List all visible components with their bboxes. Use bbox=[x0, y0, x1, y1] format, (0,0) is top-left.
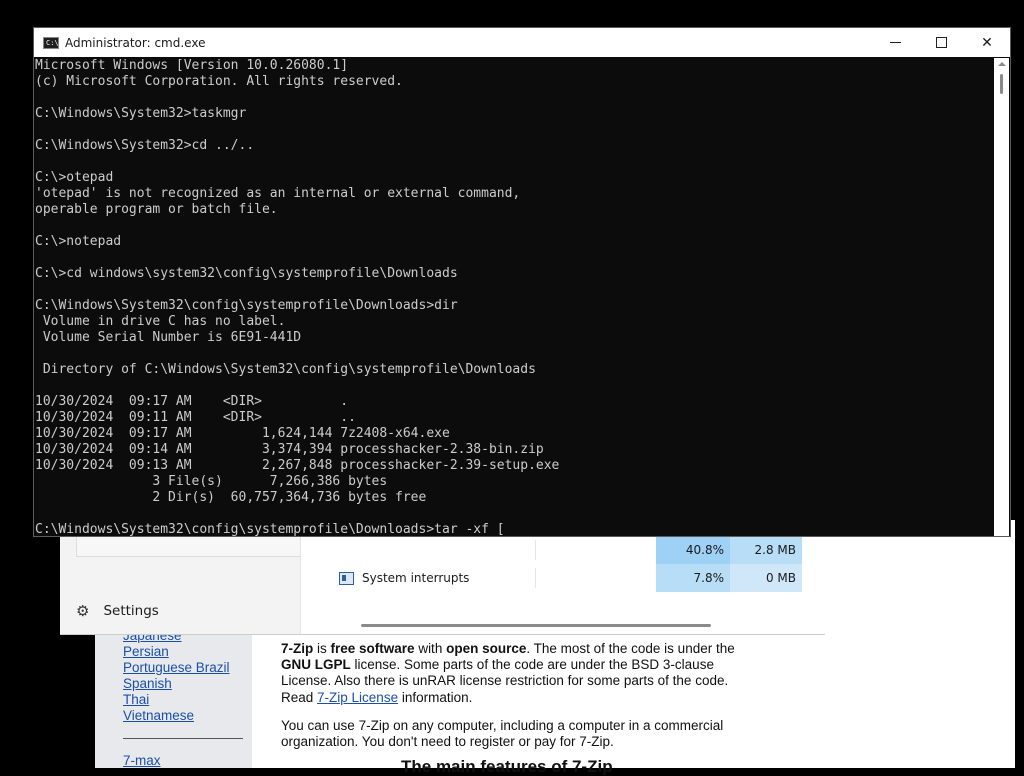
console-line: 10/30/2024 09:13 AM 2,267,848 processhac… bbox=[35, 458, 560, 473]
console-line: C:\>notepad bbox=[35, 234, 122, 249]
process-row[interactable]: 40.8% 2.8 MB bbox=[301, 536, 825, 564]
console-line: (c) Microsoft Corporation. All rights re… bbox=[35, 74, 403, 89]
task-manager-nav: ⚙ Settings bbox=[60, 520, 301, 634]
console-output[interactable]: Microsoft Windows [Version 10.0.26080.1]… bbox=[34, 58, 994, 536]
column-divider bbox=[535, 540, 536, 560]
language-link[interactable]: Persian bbox=[123, 644, 230, 660]
license-link[interactable]: 7-Zip License bbox=[317, 690, 398, 705]
language-link[interactable]: Thai bbox=[123, 692, 230, 708]
process-row[interactable]: System interrupts 7.8% 0 MB bbox=[301, 564, 825, 592]
memory-cell: 2.8 MB bbox=[730, 536, 802, 564]
task-manager-window: ⚙ Settings 40.8% 2.8 MB System interrupt… bbox=[60, 520, 825, 635]
side-link-7max[interactable]: 7-max bbox=[123, 753, 161, 768]
cpu-cell: 40.8% bbox=[656, 536, 730, 564]
console-line: 10/30/2024 09:14 AM 3,374,394 processhac… bbox=[35, 442, 544, 457]
features-heading: The main features of 7-Zip bbox=[401, 757, 613, 776]
cmd-app-icon: C:\ bbox=[43, 36, 59, 49]
language-link[interactable]: Vietnamese bbox=[123, 708, 230, 724]
minimize-icon bbox=[889, 42, 901, 43]
close-button[interactable]: ✕ bbox=[964, 28, 1010, 57]
gear-icon: ⚙ bbox=[76, 602, 90, 620]
console-line: Volume Serial Number is 6E91-441D bbox=[35, 330, 302, 345]
close-icon: ✕ bbox=[981, 34, 993, 51]
console-line: operable program or batch file. bbox=[35, 202, 278, 217]
console-line: Directory of C:\Windows\System32\config\… bbox=[35, 362, 536, 377]
main-content: 7-Zip is free software with open source.… bbox=[281, 641, 761, 775]
console-line: C:\Windows\System32>cd ../.. bbox=[35, 138, 255, 153]
cpu-cell: 7.8% bbox=[656, 564, 730, 592]
window-controls: ✕ bbox=[872, 28, 1010, 57]
console-line: 'otepad' is not recognized as an interna… bbox=[35, 186, 521, 201]
console-line: 10/30/2024 09:17 AM <DIR> . bbox=[35, 394, 349, 409]
scroll-thumb[interactable] bbox=[1000, 74, 1003, 94]
console-line: C:\Windows\System32\config\systemprofile… bbox=[35, 522, 505, 536]
vertical-scrollbar[interactable] bbox=[994, 58, 1009, 536]
console-text: Microsoft Windows [Version 10.0.26080.1]… bbox=[34, 58, 994, 536]
column-divider bbox=[535, 568, 536, 588]
cmd-window: C:\ Administrator: cmd.exe ✕ Microsoft W… bbox=[33, 27, 1011, 537]
nav-settings-label: Settings bbox=[103, 603, 159, 619]
console-line: C:\Windows\System32\config\systemprofile… bbox=[35, 298, 458, 313]
console-line: Microsoft Windows [Version 10.0.26080.1] bbox=[35, 58, 349, 73]
sidebar-divider bbox=[123, 738, 243, 739]
language-link[interactable]: Portuguese Brazil bbox=[123, 660, 230, 676]
console-line: Volume in drive C has no label. bbox=[35, 314, 286, 329]
license-paragraph: 7-Zip is free software with open source.… bbox=[281, 641, 735, 705]
system-process-icon bbox=[339, 571, 354, 585]
nav-settings[interactable]: ⚙ Settings bbox=[76, 602, 159, 620]
minimize-button[interactable] bbox=[872, 28, 918, 57]
usage-paragraph: You can use 7-Zip on any computer, inclu… bbox=[281, 717, 724, 750]
console-line: 2 Dir(s) 60,757,364,736 bytes free bbox=[35, 490, 427, 505]
console-line: 10/30/2024 09:17 AM 1,624,144 7z2408-x64… bbox=[35, 426, 450, 441]
maximize-icon bbox=[935, 37, 947, 48]
process-name: System interrupts bbox=[339, 571, 469, 585]
console-line: 10/30/2024 09:11 AM <DIR> .. bbox=[35, 410, 356, 425]
maximize-button[interactable] bbox=[918, 28, 964, 57]
title-bar[interactable]: C:\ Administrator: cmd.exe ✕ bbox=[34, 28, 1010, 57]
process-label: System interrupts bbox=[362, 571, 470, 585]
language-list: Japanese Persian Portuguese Brazil Spani… bbox=[123, 628, 230, 724]
horizontal-scrollbar[interactable] bbox=[361, 624, 711, 627]
memory-cell: 0 MB bbox=[730, 564, 802, 592]
console-line: C:\>otepad bbox=[35, 170, 114, 185]
console-line: C:\Windows\System32>taskmgr bbox=[35, 106, 247, 121]
process-list: 40.8% 2.8 MB System interrupts 7.8% 0 MB bbox=[300, 520, 825, 634]
console-line: C:\>cd windows\system32\config\systempro… bbox=[35, 266, 458, 281]
scroll-up-arrow-icon[interactable] bbox=[998, 62, 1006, 66]
window-title: Administrator: cmd.exe bbox=[65, 35, 206, 50]
language-link[interactable]: Spanish bbox=[123, 676, 230, 692]
console-line: 3 File(s) 7,266,386 bytes bbox=[35, 474, 388, 489]
